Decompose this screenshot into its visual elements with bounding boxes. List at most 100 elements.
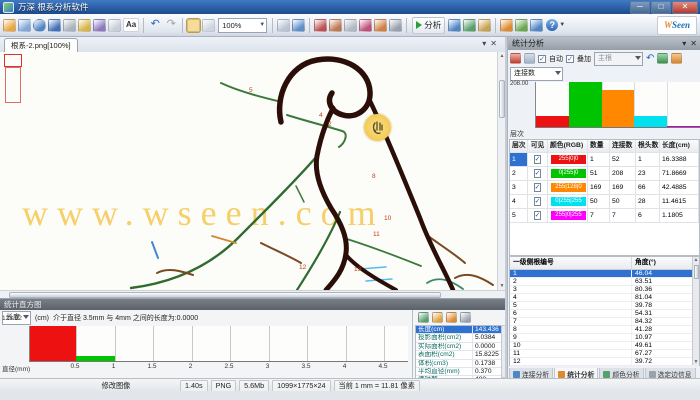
table-row[interactable]: 2✓0|255|0512082371.8669 xyxy=(510,167,699,181)
visible-checkbox[interactable]: ✓ xyxy=(534,197,542,206)
undo-icon[interactable]: ↶ xyxy=(148,18,162,32)
table-row[interactable]: 539.78 xyxy=(510,302,699,310)
table-row[interactable]: 841.28 xyxy=(510,326,699,334)
gear-icon[interactable] xyxy=(460,312,471,323)
chart-xaxis-label: 层次 xyxy=(510,129,524,139)
undo-icon[interactable]: ↶ xyxy=(646,53,654,64)
paste-icon[interactable] xyxy=(108,19,121,32)
metric-select[interactable]: 连接数 xyxy=(510,67,563,81)
chart-icon[interactable] xyxy=(671,53,682,64)
stats-row[interactable]: 平均直径(mm)0.370 xyxy=(416,368,502,376)
stats-row[interactable]: 长度(cm)143.436 xyxy=(416,326,502,334)
redo-icon[interactable]: ↷ xyxy=(164,18,178,32)
root-net-icon[interactable] xyxy=(463,19,476,32)
report-icon[interactable] xyxy=(530,19,543,32)
chart-icon[interactable] xyxy=(446,312,457,323)
table-row[interactable]: 1049.61 xyxy=(510,342,699,350)
open-icon[interactable] xyxy=(3,19,16,32)
globe-icon[interactable] xyxy=(33,19,46,32)
stats-row[interactable]: 表面积(cm2)15.8225 xyxy=(416,351,502,359)
panel-close-icon[interactable]: ✕ xyxy=(690,37,697,50)
play-icon xyxy=(416,21,422,29)
refresh-icon[interactable] xyxy=(510,53,521,64)
zoom-out-icon[interactable] xyxy=(277,19,290,32)
level-cell: 3 xyxy=(510,181,528,194)
mark-icon[interactable] xyxy=(374,19,387,32)
stats-label: 长度(cm) xyxy=(416,326,472,333)
table-row[interactable]: 784.32 xyxy=(510,318,699,326)
table-row[interactable]: 1167.27 xyxy=(510,350,699,358)
table-row[interactable]: 1✓255|0|0152116.3388 xyxy=(510,153,699,167)
fit-screen-icon[interactable] xyxy=(292,19,305,32)
table-row[interactable]: 1239.72 xyxy=(510,358,699,366)
title-bar: 万深 根系分析软件 ─ □ ✕ xyxy=(0,0,700,14)
print-icon[interactable] xyxy=(63,19,76,32)
table-row[interactable]: 654.31 xyxy=(510,310,699,318)
pencil-icon[interactable] xyxy=(78,19,91,32)
root-tag-icon[interactable] xyxy=(448,19,461,32)
help-button[interactable]: ?▼ xyxy=(546,19,565,31)
table-row[interactable]: 910.97 xyxy=(510,334,699,342)
horizontal-scrollbar[interactable] xyxy=(0,290,505,298)
overlay-checkbox[interactable]: ✓ xyxy=(566,55,574,63)
table-row[interactable]: 3✓255|128|01691696642.4885 xyxy=(510,181,699,195)
visible-checkbox[interactable]: ✓ xyxy=(534,155,542,164)
batch-icon[interactable] xyxy=(515,19,528,32)
table-row[interactable]: 4✓0|255|25550502811.4615 xyxy=(510,195,699,209)
hand-tool-icon[interactable] xyxy=(187,19,200,32)
image-canvas[interactable]: www.wseen.com xyxy=(0,52,497,290)
root-seg-icon[interactable] xyxy=(478,19,491,32)
visible-checkbox[interactable]: ✓ xyxy=(534,183,542,192)
draw-line-icon[interactable] xyxy=(329,19,342,32)
table-row[interactable]: 5✓255|0|2557761.1805 xyxy=(510,209,699,223)
analyze-button[interactable]: 分析 xyxy=(412,17,445,34)
export-doc-icon[interactable] xyxy=(432,312,443,323)
visible-checkbox[interactable]: ✓ xyxy=(534,169,542,178)
cut-icon[interactable] xyxy=(389,19,402,32)
table-row[interactable]: 263.51 xyxy=(510,278,699,286)
visible-cell: ✓ xyxy=(528,153,548,166)
tab-collapse-icon[interactable]: ▾ xyxy=(482,39,486,48)
export-excel-icon[interactable] xyxy=(657,53,668,64)
table-row[interactable]: 146.04 xyxy=(510,270,699,278)
stats-row[interactable]: 实际面积(cm2)0.0000 xyxy=(416,343,502,351)
histogram-xaxis-label: 直径(mm) xyxy=(2,363,30,373)
import-icon[interactable] xyxy=(18,19,31,32)
table-row[interactable]: 481.04 xyxy=(510,294,699,302)
root-type-select[interactable]: 主根 xyxy=(594,52,643,66)
vertical-scrollbar[interactable]: ▲ ▼ xyxy=(497,52,505,290)
zoom-tool-icon[interactable] xyxy=(202,19,215,32)
person-edit-icon[interactable] xyxy=(524,53,535,64)
close-button[interactable]: ✕ xyxy=(672,1,698,14)
export-excel-icon[interactable] xyxy=(418,312,429,323)
zoom-level-select[interactable]: 100%▼ xyxy=(218,18,267,33)
links-cell: 169 xyxy=(610,181,636,194)
chart-icon[interactable] xyxy=(500,19,513,32)
erase-icon[interactable] xyxy=(344,19,357,32)
tab-close-icon[interactable]: ✕ xyxy=(490,39,497,48)
text-style-icon[interactable]: Aa xyxy=(123,18,139,32)
angle-table-scrollbar[interactable]: ▲ ▼ xyxy=(692,257,699,365)
root-number-label: 13 xyxy=(354,267,361,273)
chart-bar xyxy=(569,82,602,127)
length-cell: 42.4885 xyxy=(660,181,699,194)
color-chip: 255|0|255 xyxy=(551,211,586,220)
root-number-cell: 3 xyxy=(510,286,632,293)
angle-scroll-thumb[interactable] xyxy=(694,265,699,279)
pin-icon[interactable]: ▾ xyxy=(682,37,686,50)
draw-curve-icon[interactable] xyxy=(359,19,372,32)
maximize-button[interactable]: □ xyxy=(651,1,671,14)
stats-row[interactable]: 投影面积(cm2)5.0384 xyxy=(416,334,502,342)
visible-checkbox[interactable]: ✓ xyxy=(534,211,542,220)
export-icon[interactable] xyxy=(93,19,106,32)
document-tab[interactable]: 根系-2.png[100%] xyxy=(4,38,78,52)
status-item: 1099×1775×24 xyxy=(272,380,330,392)
table-row[interactable]: 380.36 xyxy=(510,286,699,294)
measure-icon[interactable] xyxy=(314,19,327,32)
auto-checkbox[interactable]: ✓ xyxy=(538,55,546,63)
column-header: 根头数 xyxy=(636,140,660,152)
count-cell: 1 xyxy=(588,153,610,166)
minimize-button[interactable]: ─ xyxy=(630,1,650,14)
stats-row[interactable]: 体积(cm3)0.1738 xyxy=(416,360,502,368)
save-icon[interactable] xyxy=(48,19,61,32)
